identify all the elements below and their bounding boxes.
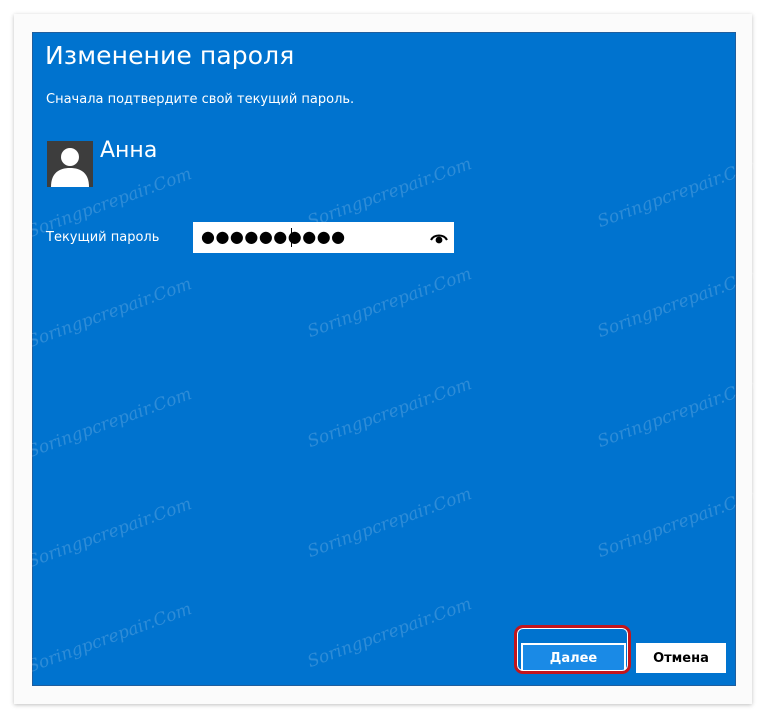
user-avatar	[47, 141, 93, 187]
watermark: Soringpcrepair.Com	[24, 273, 195, 353]
watermark: Soringpcrepair.Com	[24, 493, 195, 573]
cancel-button[interactable]: Отмена	[636, 643, 726, 673]
watermark: Soringpcrepair.Com	[304, 483, 475, 563]
user-name: Анна	[100, 138, 158, 163]
dialog-title: Изменение пароля	[45, 41, 295, 70]
watermark: Soringpcrepair.Com	[304, 593, 475, 673]
dialog-subtitle: Сначала подтвердите свой текущий пароль.	[46, 92, 355, 107]
text-caret	[291, 228, 292, 247]
current-password-input[interactable]: ●●●●●●●●●●	[193, 222, 454, 253]
watermark: Soringpcrepair.Com	[304, 153, 475, 233]
watermark: Soringpcrepair.Com	[24, 383, 195, 463]
eye-icon[interactable]	[430, 230, 448, 244]
current-password-value: ●●●●●●●●●●	[201, 227, 346, 246]
current-password-label: Текущий пароль	[46, 230, 160, 245]
watermark: Soringpcrepair.Com	[24, 598, 195, 678]
watermark: Soringpcrepair.Com	[304, 373, 475, 453]
user-silhouette-icon	[51, 148, 89, 187]
change-password-dialog: Изменение пароля Сначала подтвердите сво…	[25, 32, 765, 686]
watermark: Soringpcrepair.Com	[304, 263, 475, 343]
next-button[interactable]: Далее	[521, 643, 626, 673]
